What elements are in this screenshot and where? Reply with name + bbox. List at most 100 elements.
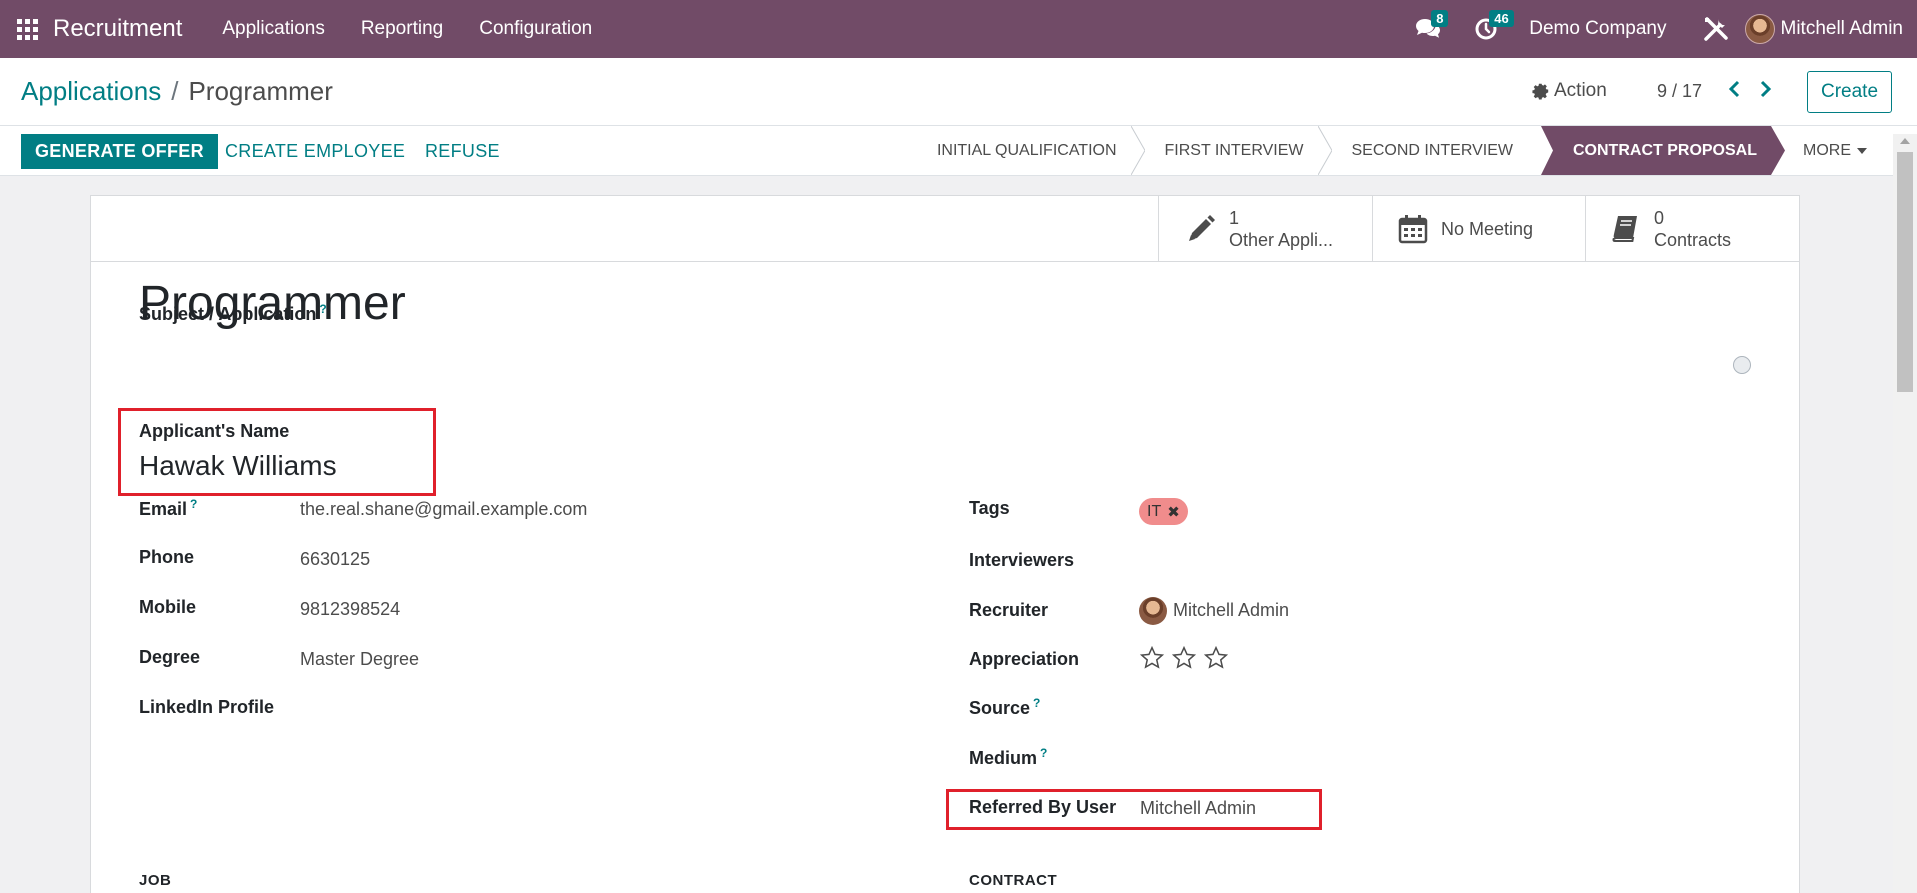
messages-button[interactable]: 8	[1413, 10, 1449, 44]
app-name[interactable]: Recruitment	[53, 15, 182, 43]
stage-divider	[1130, 126, 1145, 175]
interviewers-field[interactable]	[1139, 550, 1539, 572]
stage-first-interview[interactable]: FIRST INTERVIEW	[1145, 126, 1332, 175]
breadcrumb: Applications / Programmer	[21, 76, 333, 107]
pager-value[interactable]: 9 / 17	[1657, 81, 1702, 102]
email-field[interactable]: the.real.shane@gmail.example.com	[300, 499, 587, 520]
degree-field[interactable]: Master Degree	[300, 649, 419, 670]
chevron-right-icon	[1760, 80, 1772, 98]
help-icon[interactable]: ?	[190, 497, 197, 511]
tag-it: IT ✖	[1139, 498, 1188, 525]
application-title[interactable]: Programmer	[139, 276, 406, 331]
messages-badge: 8	[1431, 10, 1449, 27]
user-avatar	[1744, 14, 1775, 44]
menu-reporting[interactable]: Reporting	[361, 18, 443, 40]
status-bar: GENERATE OFFER CREATE EMPLOYEE REFUSE IN…	[0, 126, 1917, 176]
stage-label: SECOND INTERVIEW	[1351, 141, 1514, 159]
pencil-icon	[1185, 213, 1217, 245]
help-icon[interactable]: ?	[1040, 746, 1047, 760]
page-scrollbar[interactable]	[1893, 134, 1917, 893]
mobile-field[interactable]: 9812398524	[300, 599, 400, 620]
recruiter-avatar	[1139, 597, 1167, 625]
contracts-button[interactable]: 0 Contracts	[1585, 196, 1799, 261]
referred-by-field[interactable]: Mitchell Admin	[1140, 798, 1256, 819]
email-label: Email?	[139, 497, 197, 520]
applicant-name-field[interactable]: Hawak Williams	[139, 450, 337, 482]
stage-label: INITIAL QUALIFICATION	[936, 141, 1117, 159]
menu-applications[interactable]: Applications	[222, 18, 324, 40]
calendar-icon	[1397, 213, 1429, 245]
stage-second-interview[interactable]: SECOND INTERVIEW	[1332, 126, 1542, 175]
menu-configuration[interactable]: Configuration	[479, 18, 592, 40]
star-icon[interactable]	[1171, 645, 1197, 671]
meeting-button[interactable]: No Meeting	[1372, 196, 1585, 261]
smart-buttons: 1 Other Appli... No Meeting 0 Contracts	[91, 196, 1799, 262]
stage-pipeline: INITIAL QUALIFICATION FIRST INTERVIEW SE…	[917, 126, 1917, 175]
action-label: Action	[1554, 80, 1607, 101]
source-label-text: Source	[969, 698, 1031, 718]
phone-field[interactable]: 6630125	[300, 549, 370, 570]
contracts-count: 0	[1654, 207, 1665, 228]
appreciation-label: Appreciation	[969, 649, 1080, 669]
gear-icon	[1532, 83, 1549, 100]
tag-label: IT	[1147, 502, 1162, 520]
other-applications-button[interactable]: 1 Other Appli...	[1158, 196, 1372, 261]
form-sheet: 1 Other Appli... No Meeting 0 Contracts …	[90, 195, 1800, 893]
job-section-title: JOB	[139, 872, 172, 889]
degree-label: Degree	[139, 647, 201, 667]
tools-icon	[1703, 17, 1728, 41]
stage-initial-qualification[interactable]: INITIAL QUALIFICATION	[917, 126, 1145, 175]
pager-next-button[interactable]	[1756, 77, 1776, 101]
phone-label: Phone	[139, 547, 195, 567]
contracts-label: Contracts	[1654, 229, 1732, 250]
activities-button[interactable]: 46	[1471, 10, 1514, 44]
help-icon[interactable]: ?	[1033, 696, 1040, 710]
control-panel: Applications / Programmer Action 9 / 17 Cr…	[0, 58, 1917, 126]
breadcrumb-separator: /	[171, 76, 179, 106]
applicant-name-label: Applicant's Name	[139, 421, 290, 441]
contract-section-title: CONTRACT	[969, 872, 1058, 889]
stage-contract-proposal[interactable]: CONTRACT PROPOSAL	[1541, 126, 1785, 175]
appreciation-stars	[1139, 645, 1235, 671]
linkedin-field[interactable]	[300, 699, 700, 721]
breadcrumb-current: Programmer	[188, 76, 333, 106]
create-button[interactable]: Create	[1807, 71, 1892, 113]
mobile-label: Mobile	[139, 597, 196, 617]
apps-grid-icon[interactable]	[15, 17, 39, 41]
create-employee-button[interactable]: CREATE EMPLOYEE	[225, 134, 405, 169]
stage-label: CONTRACT PROPOSAL	[1573, 141, 1757, 159]
recruiter-name: Mitchell Admin	[1173, 599, 1290, 620]
remove-tag-icon[interactable]: ✖	[1167, 503, 1180, 521]
user-menu[interactable]: Mitchell Admin	[1744, 14, 1903, 44]
debug-tools-button[interactable]	[1701, 14, 1731, 44]
source-field[interactable]	[1139, 696, 1539, 718]
kanban-state-indicator[interactable]	[1733, 356, 1751, 374]
referred-by-label: Referred By User	[969, 797, 1117, 817]
recruiter-label: Recruiter	[969, 600, 1049, 620]
pager-previous-button[interactable]	[1724, 77, 1744, 101]
refuse-button[interactable]: REFUSE	[425, 134, 500, 169]
medium-field[interactable]	[1139, 746, 1539, 768]
generate-offer-button[interactable]: GENERATE OFFER	[21, 134, 218, 169]
star-icon[interactable]	[1203, 645, 1229, 671]
star-icon[interactable]	[1139, 645, 1165, 671]
source-label: Source?	[969, 696, 1040, 719]
tags-label: Tags	[969, 498, 1010, 518]
chevron-left-icon	[1728, 80, 1740, 98]
medium-label: Medium?	[969, 746, 1047, 769]
medium-label-text: Medium	[969, 748, 1038, 768]
top-navbar: Recruitment Applications Reporting Confi…	[0, 0, 1917, 58]
other-applications-label: Other Appli...	[1229, 229, 1334, 250]
caret-down-icon	[1857, 147, 1867, 154]
scroll-thumb[interactable]	[1897, 152, 1913, 392]
stage-label: FIRST INTERVIEW	[1164, 141, 1304, 159]
recruiter-field[interactable]: Mitchell Admin	[1139, 597, 1289, 625]
breadcrumb-applications[interactable]: Applications	[21, 76, 161, 106]
company-switcher[interactable]: Demo Company	[1529, 18, 1666, 40]
action-menu[interactable]: Action	[1532, 80, 1607, 102]
scroll-up-arrow-icon[interactable]	[1900, 138, 1910, 144]
interviewers-label: Interviewers	[969, 550, 1075, 570]
more-stages-dropdown[interactable]: MORE	[1803, 142, 1867, 160]
meeting-label: No Meeting	[1441, 218, 1534, 239]
more-label: MORE	[1803, 141, 1851, 159]
